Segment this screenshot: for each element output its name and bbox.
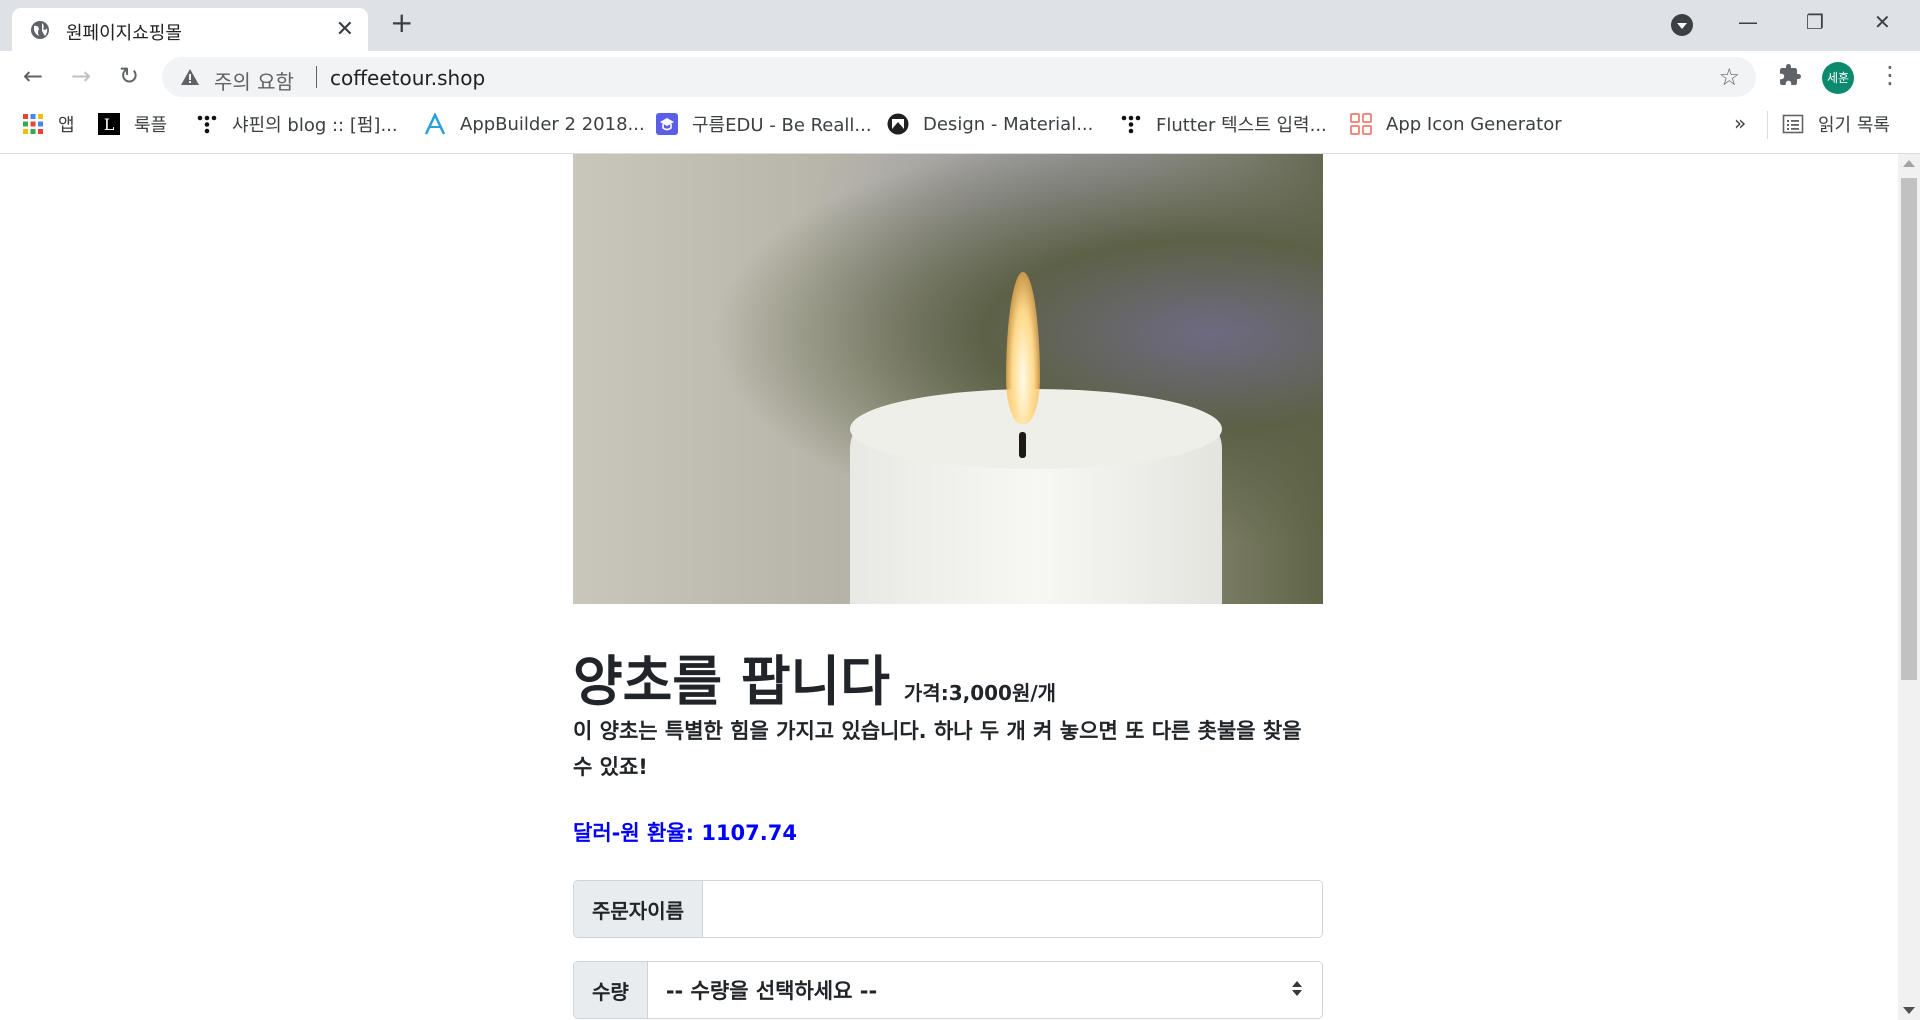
minimize-button[interactable]: — (1738, 10, 1758, 34)
candle-flame (1006, 272, 1040, 424)
app-icon-generator-icon (1350, 113, 1372, 135)
browser-tab[interactable]: 원페이지쇼핑몰 ✕ (12, 8, 368, 51)
goorm-icon (656, 113, 678, 135)
bookmark-label: App Icon Generator (1386, 113, 1562, 135)
new-tab-button[interactable]: + (390, 9, 413, 37)
reading-list-button[interactable]: 읽기 목록 (1782, 103, 1890, 145)
product-description: 이 양초는 특별한 힘을 가지고 있습니다. 하나 두 개 켜 놓으면 또 다른… (573, 719, 1302, 779)
quantity-group: 수량 -- 수량을 선택하세요 -- (573, 961, 1323, 1019)
bookmark-label: 룩플 (134, 115, 168, 136)
bookmark-lookple[interactable]: L 룩플 (98, 103, 167, 145)
browser-toolbar: ← → ↻ 주의 요함 coffeetour.shop ☆ 세훈 ⋮ (0, 51, 1920, 103)
warning-icon[interactable] (180, 68, 200, 86)
url-text[interactable]: coffeetour.shop (330, 66, 485, 90)
address-separator (316, 66, 317, 88)
bookmark-label: Design - Material... (923, 113, 1094, 135)
candle-wick (1019, 432, 1026, 458)
address-bar[interactable]: 주의 요함 coffeetour.shop ☆ (162, 57, 1756, 97)
svg-text:L: L (104, 115, 115, 134)
apps-grid-icon (23, 114, 43, 134)
bookmark-label: 샤핀의 blog :: [펌]... (232, 115, 398, 136)
bookmark-apps[interactable]: 앱 (22, 103, 75, 145)
close-window-button[interactable]: ✕ (1874, 10, 1891, 34)
reading-list-icon (1782, 114, 1804, 134)
product-price: 가격:3,000원/개 (903, 681, 1057, 705)
reading-list-label: 읽기 목록 (1818, 115, 1890, 136)
tistory-icon (197, 115, 217, 134)
select-arrows-icon (1292, 981, 1302, 996)
bookmark-app-icon-generator[interactable]: App Icon Generator (1350, 103, 1562, 145)
tistory-icon (1121, 115, 1141, 134)
scroll-down-arrow-icon[interactable] (1903, 1007, 1915, 1014)
scroll-up-arrow-icon[interactable] (1903, 160, 1915, 167)
extensions-icon[interactable] (1778, 63, 1802, 87)
back-button[interactable]: ← (18, 61, 48, 91)
page-container: 양초를 팝니다 가격:3,000원/개 이 양초는 특별한 힘을 가지고 있습니다… (573, 154, 1323, 1019)
bookmark-goorm-edu[interactable]: 구름EDU - Be Reall... (656, 103, 872, 145)
orderer-name-label: 주문자이름 (574, 881, 703, 937)
product-title: 양초를 팝니다 가격:3,000원/개 (573, 637, 1056, 716)
bookmark-star-icon[interactable]: ☆ (1718, 63, 1740, 91)
exchange-rate: 달러-원 환율: 1107.74 (573, 821, 797, 845)
product-title-text: 양초를 팝니다 (573, 650, 890, 713)
bookmark-flutter-text[interactable]: Flutter 텍스트 입력... (1120, 103, 1327, 145)
candle-image (573, 154, 1323, 604)
browser-menu-icon[interactable]: ⋮ (1878, 61, 1902, 89)
quantity-selected-value: -- 수량을 선택하세요 -- (665, 979, 878, 1003)
bookmark-label: Flutter 텍스트 입력... (1156, 115, 1327, 136)
tab-close-icon[interactable]: ✕ (336, 17, 354, 42)
reload-button[interactable]: ↻ (114, 61, 144, 91)
forward-button[interactable]: → (66, 61, 96, 91)
material-icon (887, 113, 909, 135)
page-scrollbar[interactable] (1898, 154, 1920, 1020)
scroll-thumb[interactable] (1901, 178, 1917, 680)
bookmarks-overflow-button[interactable]: » (1734, 111, 1746, 135)
tab-search-icon[interactable] (1671, 14, 1693, 36)
bookmark-label: 구름EDU - Be Reall... (692, 115, 872, 136)
quantity-select[interactable]: -- 수량을 선택하세요 -- (648, 962, 1322, 1018)
bookmark-appbuilder[interactable]: AppBuilder 2 2018... (424, 103, 645, 145)
tab-title: 원페이지쇼핑몰 (66, 23, 182, 44)
quantity-label: 수량 (574, 962, 648, 1018)
orderer-name-group: 주문자이름 (573, 880, 1323, 938)
tab-bar: 원페이지쇼핑몰 ✕ + — ❐ ✕ (0, 0, 1920, 51)
bookmark-material-design[interactable]: Design - Material... (887, 103, 1093, 145)
globe-icon (31, 21, 49, 39)
bookmark-label: 앱 (58, 115, 75, 136)
restore-button[interactable]: ❐ (1806, 10, 1824, 34)
appbuilder-icon (424, 113, 446, 135)
bookmarks-bar: 앱 L 룩플 샤핀의 blog :: [펌]... AppBuilder 2 2… (0, 103, 1920, 154)
bookmark-label: AppBuilder 2 2018... (460, 113, 645, 135)
page-viewport: 양초를 팝니다 가격:3,000원/개 이 양초는 특별한 힘을 가지고 있습니다… (0, 154, 1898, 1020)
orderer-name-input[interactable] (703, 881, 1322, 937)
profile-avatar[interactable]: 세훈 (1822, 62, 1854, 94)
security-warning-text[interactable]: 주의 요함 (214, 66, 294, 95)
l-logo-icon: L (98, 113, 120, 135)
bookmark-shapin-blog[interactable]: 샤핀의 blog :: [펌]... (196, 103, 398, 145)
bookmarks-divider (1767, 111, 1768, 139)
